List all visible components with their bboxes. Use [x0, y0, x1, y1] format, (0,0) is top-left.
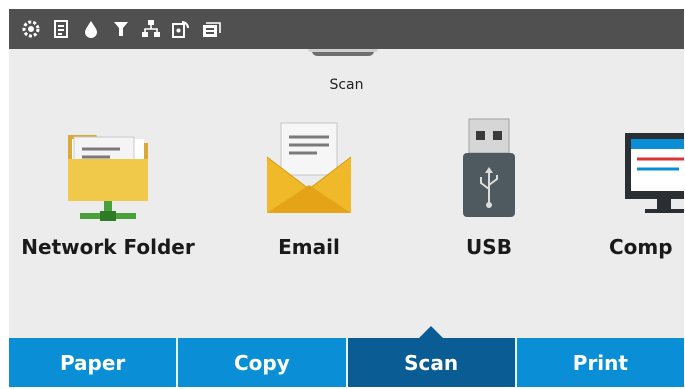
destination-label: Network Folder — [21, 235, 195, 259]
web-services-icon[interactable] — [199, 17, 223, 41]
tab-paper[interactable]: Paper — [9, 338, 179, 387]
usb-drive-icon — [441, 117, 537, 227]
computer-tile[interactable]: Comp — [609, 117, 684, 259]
bottom-tab-bar: Paper Copy Scan Print — [9, 338, 684, 387]
wifi-direct-icon[interactable] — [169, 17, 193, 41]
pull-down-tab[interactable] — [308, 49, 378, 56]
tab-copy[interactable]: Copy — [178, 338, 348, 387]
active-tab-pointer — [419, 326, 443, 338]
email-envelope-icon — [261, 117, 357, 227]
status-bar — [9, 9, 684, 49]
destination-label: Email — [278, 235, 340, 259]
gear-icon[interactable] — [19, 17, 43, 41]
destination-label: Comp — [609, 235, 673, 259]
ink-drop-icon[interactable] — [79, 17, 103, 41]
computer-monitor-icon — [609, 117, 684, 227]
page-title: Scan — [329, 77, 364, 93]
document-info-icon[interactable] — [49, 17, 73, 41]
network-icon[interactable] — [139, 17, 163, 41]
printer-screen: Scan Network Folder Email USB Comp Paper… — [9, 9, 684, 387]
usb-tile[interactable]: USB — [429, 117, 549, 259]
tab-scan[interactable]: Scan — [347, 338, 517, 387]
destination-label: USB — [466, 235, 512, 259]
wireless-signal-icon[interactable] — [109, 17, 133, 41]
network-folder-icon — [60, 117, 156, 227]
network-folder-tile[interactable]: Network Folder — [21, 117, 195, 259]
email-tile[interactable]: Email — [249, 117, 369, 259]
tab-print[interactable]: Print — [516, 338, 684, 387]
